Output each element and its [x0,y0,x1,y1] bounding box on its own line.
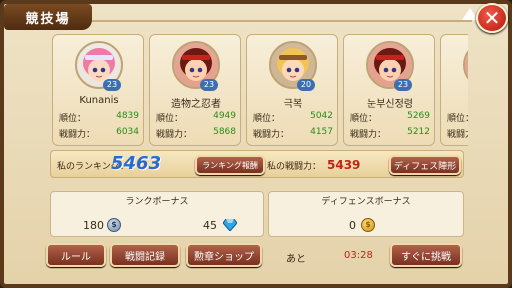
opponent-name: 잘 [441,95,468,110]
ranking-reward-button[interactable]: ランキング報酬 [195,155,265,175]
rank-label: 順位： [350,114,378,124]
opponent-power-row: 戦闘力：5212 [447,127,468,140]
close-button[interactable]: ✕ [476,3,508,33]
power-value: 5212 [407,127,430,137]
ranking-bar: 私のランキング： 5463 ランキング報酬 私の戦闘力： 5439 ディフェス陣… [50,150,464,178]
power-label: 戦闘力： [350,130,387,140]
level-badge: 23 [103,79,121,91]
opponent-name: 눈부신정령 [367,99,413,110]
defense-formation-button[interactable]: ディフェス陣形 [389,155,461,175]
rank-label: 順位： [253,114,281,124]
opponent-name: 造物之忍者 [171,99,221,110]
diamond-icon [223,219,237,231]
rank-bonus-title: ランクボーナス [125,197,189,207]
rules-button[interactable]: ルール [46,243,106,267]
cooldown-timer: 03:28 [344,250,373,261]
rank-bonus-coins: 180 [83,219,104,232]
rank-value: 5042 [310,111,333,121]
power-value: 5868 [213,127,236,137]
opponent-rank-row: 順位： 4949 [156,111,236,124]
opponent-name: 극복 [283,99,303,110]
opponent-power-row: 戦闘力： 5868 [156,127,236,140]
opponent-card[interactable]: 23 造物之忍者順位： 4949 戦闘力： 5868 [149,34,241,146]
my-ranking-value: 5463 [111,153,162,174]
battle-record-button[interactable]: 戦闘記録 [110,243,180,267]
opponent-portrait [463,41,468,89]
opponent-rank-row: 順位： 4839 [59,111,139,124]
rank-label: 順位： [59,114,87,124]
defense-bonus-coins: 0 [349,219,356,232]
close-icon: ✕ [483,6,501,30]
rank-bonus-gems: 45 [203,219,217,232]
level-badge: 23 [394,79,412,91]
power-label: 戦闘力： [253,130,290,140]
opponent-power-row: 戦闘力： 6034 [59,127,139,140]
challenge-now-button[interactable]: すぐに挑戦 [390,243,462,267]
opponent-rank-row: 順位： 5269 [350,111,430,124]
opponent-power-row: 戦闘力： 4157 [253,127,333,140]
rank-value: 4839 [116,111,139,121]
my-power-label: 私の戦闘力： [267,162,322,172]
my-power-value: 5439 [327,158,361,172]
opponent-card[interactable]: 23 눈부신정령 順位： 5269 戦闘力： 5212 [343,34,435,146]
opponent-name: Kunanis [79,95,119,106]
rank-label: 順位： [447,114,468,124]
defense-bonus-title: ディフェンスボーナス [321,197,411,207]
opponent-card[interactable]: 잘順位：5269 戦闘力：5212 [440,34,468,146]
silver-coin-icon: $ [107,218,121,232]
level-badge: 23 [200,79,218,91]
window-title: 競技場 [4,4,92,30]
rank-value: 4949 [213,111,236,121]
defense-bonus-panel: ディフェンスボーナス 0 $ [268,191,464,237]
opponent-rank-row: 順位：5269 [447,111,468,124]
level-badge: 20 [297,79,315,91]
power-value: 4157 [310,127,333,137]
opponent-list[interactable]: 23 Kunanis 順位： 4839 戦闘力： 6034 23 造物之忍者順位： 4949 戦闘… [52,34,468,146]
opponent-card[interactable]: 23 Kunanis 順位： 4839 戦闘力： 6034 [52,34,144,146]
remaining-label: あと [286,254,306,265]
rank-label: 順位： [156,114,184,124]
power-label: 戦闘力： [156,130,193,140]
opponent-rank-row: 順位： 5042 [253,111,333,124]
power-label: 戦闘力： [59,130,96,140]
opponent-power-row: 戦闘力： 5212 [350,127,430,140]
medal-shop-button[interactable]: 勲章ショップ [186,243,262,267]
rank-value: 5269 [407,111,430,121]
opponent-card[interactable]: 20 극복 順位： 5042 戦闘力： 4157 [246,34,338,146]
title-divider [92,8,472,22]
power-value: 6034 [116,127,139,137]
rank-bonus-panel: ランクボーナス 180 $ 45 [50,191,264,237]
power-label: 戦闘力： [447,130,468,140]
gold-coin-icon: $ [361,218,375,232]
